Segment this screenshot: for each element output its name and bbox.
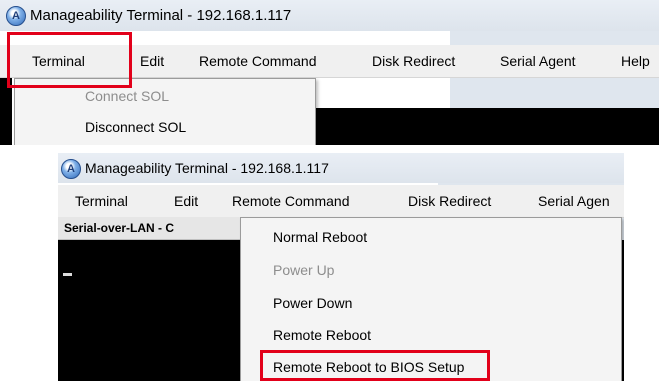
- menu-terminal[interactable]: Terminal: [75, 185, 128, 217]
- menu-bar: Terminal Edit Remote Command Disk Redire…: [58, 185, 624, 218]
- menu-disk-redirect[interactable]: Disk Redirect: [372, 45, 455, 77]
- app-logo-icon: A: [6, 6, 26, 26]
- app-logo-icon: A: [61, 159, 81, 179]
- menu-edit[interactable]: Edit: [174, 185, 198, 217]
- screenshot-terminal-menu: A Manageability Terminal - 192.168.1.117…: [0, 0, 659, 145]
- terminal-cursor: [63, 273, 72, 276]
- menu-disk-redirect[interactable]: Disk Redirect: [408, 185, 491, 217]
- highlight-terminal-menu: [7, 32, 132, 88]
- menu-item-normal-reboot[interactable]: Normal Reboot: [241, 222, 621, 252]
- menu-item-disconnect-sol[interactable]: Disconnect SOL: [15, 112, 315, 142]
- window-title: Manageability Terminal - 192.168.1.117: [30, 7, 292, 24]
- title-bar: A Manageability Terminal - 192.168.1.117: [58, 153, 624, 183]
- screenshot-remote-command-menu: A Manageability Terminal - 192.168.1.117…: [58, 153, 624, 381]
- menu-remote-command[interactable]: Remote Command: [199, 45, 317, 77]
- menu-serial-agent[interactable]: Serial Agent: [500, 45, 576, 77]
- window-title: Manageability Terminal - 192.168.1.117: [85, 160, 329, 176]
- menu-help[interactable]: Help: [621, 45, 650, 77]
- menu-edit[interactable]: Edit: [140, 45, 164, 77]
- menu-item-power-down[interactable]: Power Down: [241, 288, 621, 318]
- menu-serial-agent[interactable]: Serial Agen: [538, 185, 610, 217]
- terminal-edge: [0, 78, 12, 145]
- panel-header: Serial-over-LAN - C: [58, 217, 264, 240]
- menu-item-remote-reboot[interactable]: Remote Reboot: [241, 320, 621, 350]
- menu-remote-command[interactable]: Remote Command: [232, 185, 350, 217]
- title-bar: A Manageability Terminal - 192.168.1.117: [0, 0, 659, 31]
- menu-item-power-up[interactable]: Power Up: [241, 255, 621, 285]
- terminal-area: [316, 108, 659, 145]
- highlight-bios-setup-item: [260, 350, 490, 381]
- terminal-dropdown-menu: Connect SOL Disconnect SOL: [14, 78, 316, 145]
